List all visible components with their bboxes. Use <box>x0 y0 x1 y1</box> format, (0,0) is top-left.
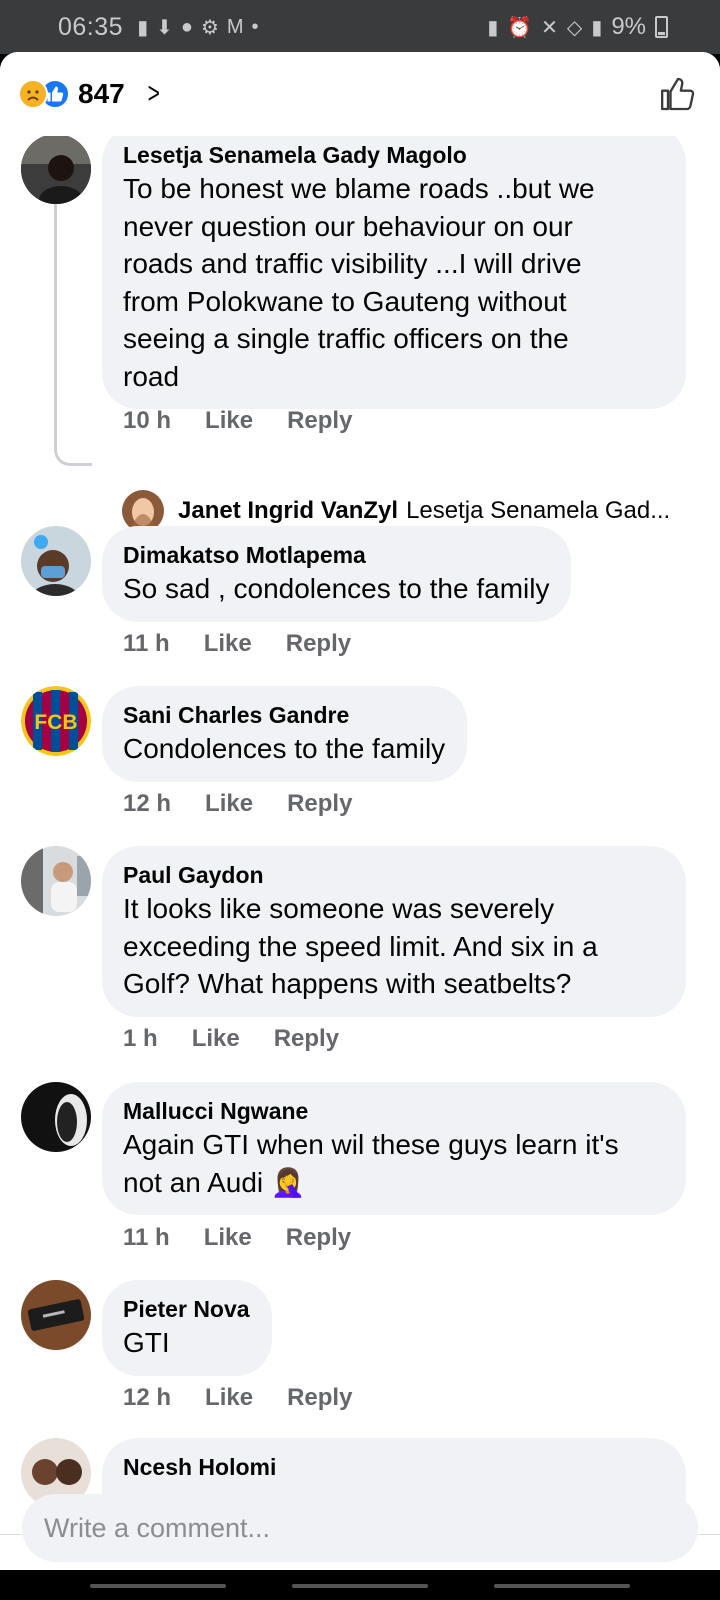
system-nav-bar <box>0 1570 720 1600</box>
comment-actions: 12 h Like Reply <box>123 1384 352 1412</box>
comment-author[interactable]: Lesetja Senamela Gady Magolo <box>123 140 664 170</box>
comment-bubble[interactable]: Lesetja Senamela Gady Magolo To be hones… <box>102 136 686 409</box>
comment-author[interactable]: Ncesh Holomi <box>123 1452 664 1482</box>
reaction-count: 847 <box>78 78 125 109</box>
comment-actions: 10 h Like Reply <box>123 407 352 435</box>
reactions-bar[interactable]: 847 > <box>0 52 720 136</box>
comment-list[interactable]: Lesetja Senamela Gady Magolo To be hones… <box>0 136 720 1534</box>
status-left-icons: ▮ ⬇ ● ⚙ M • <box>137 15 259 40</box>
battery-percent: 9% <box>611 13 646 40</box>
comment-input[interactable] <box>22 1494 698 1562</box>
gmail-icon: M <box>226 15 244 38</box>
comment-author[interactable]: Paul Gaydon <box>123 860 664 890</box>
comment-item: Dimakatso Motlapema So sad , condolences… <box>0 526 720 686</box>
like-button[interactable]: Like <box>192 1025 240 1053</box>
comment-text: To be honest we blame roads ..but we nev… <box>123 173 595 392</box>
comment-time: 10 h <box>123 407 172 434</box>
avatar[interactable] <box>21 1082 91 1152</box>
reply-button[interactable]: Reply <box>286 1224 351 1252</box>
nav-back-handle[interactable] <box>494 1584 630 1588</box>
settings-icon: ⚙ <box>200 16 219 39</box>
like-button[interactable]: Like <box>204 1224 252 1252</box>
comment-author[interactable]: Mallucci Ngwane <box>123 1096 664 1126</box>
reply-button[interactable]: Reply <box>287 790 352 818</box>
comment-item: Lesetja Senamela Gady Magolo To be hones… <box>0 136 720 576</box>
notification-icon: ● <box>180 15 193 38</box>
status-bar: 06:35 ▮ ⬇ ● ⚙ M • ▮ ⏰ ✕ ◇ ▮ 9% <box>0 0 720 54</box>
avatar[interactable] <box>21 846 91 916</box>
comment-time: 12 h <box>123 1384 172 1411</box>
comment-time: 11 h <box>123 1224 170 1251</box>
like-button[interactable]: Like <box>205 790 253 818</box>
comment-bubble[interactable]: Sani Charles Gandre Condolences to the f… <box>102 686 468 782</box>
reply-button[interactable]: Reply <box>287 407 352 435</box>
reply-text: Lesetja Senamela Gad... <box>406 497 671 524</box>
reply-button[interactable]: Reply <box>286 630 351 658</box>
like-button-icon[interactable] <box>658 74 698 114</box>
lock-icon: ▮ <box>487 16 499 39</box>
reply-author[interactable]: Janet Ingrid VanZyl <box>178 497 398 525</box>
like-button[interactable]: Like <box>205 407 253 435</box>
nav-recents-handle[interactable] <box>90 1584 226 1588</box>
avatar[interactable] <box>21 1280 91 1350</box>
avatar[interactable]: FCB <box>21 686 91 756</box>
comment-bubble[interactable]: Paul Gaydon It looks like someone was se… <box>102 846 686 1017</box>
comment-item: Pieter Nova GTI 12 h Like Reply <box>0 1280 720 1440</box>
comment-time: 11 h <box>123 630 170 657</box>
svg-text:FCB: FCB <box>34 711 77 734</box>
avatar[interactable] <box>21 136 91 204</box>
nav-home-handle[interactable] <box>292 1584 428 1588</box>
comment-text: So sad , condolences to the family <box>123 573 550 604</box>
comment-item: FCB Sani Charles Gandre Condolences to t… <box>0 686 720 846</box>
comment-bubble[interactable]: Dimakatso Motlapema So sad , condolences… <box>102 526 572 622</box>
chevron-right-icon[interactable]: > <box>147 77 159 111</box>
message-icon: ▮ <box>137 16 149 39</box>
sad-reaction-icon <box>18 79 48 109</box>
mute-icon: ✕ <box>541 16 558 39</box>
comment-bubble[interactable]: Mallucci Ngwane Again GTI when wil these… <box>102 1082 686 1215</box>
comment-item: Mallucci Ngwane Again GTI when wil these… <box>0 1082 720 1276</box>
comment-author[interactable]: Sani Charles Gandre <box>123 700 445 730</box>
like-button[interactable]: Like <box>205 1384 253 1412</box>
comment-item: Paul Gaydon It looks like someone was se… <box>0 846 720 1082</box>
avatar[interactable] <box>21 526 91 596</box>
alarm-icon: ⏰ <box>507 16 533 39</box>
comment-time: 1 h <box>123 1025 158 1052</box>
reply-button[interactable]: Reply <box>287 1384 352 1412</box>
reply-button[interactable]: Reply <box>274 1025 339 1053</box>
comment-text: Again GTI when wil these guys learn it's… <box>123 1129 619 1198</box>
comment-text: GTI <box>123 1327 170 1358</box>
comments-sheet: 847 > Lesetja Senamela Gady Magolo To be… <box>0 52 720 1570</box>
signal-icon: ▮ <box>591 16 603 39</box>
comment-actions: 11 h Like Reply <box>123 630 351 658</box>
comment-text: It looks like someone was severely excee… <box>123 893 598 999</box>
comment-actions: 1 h Like Reply <box>123 1025 339 1053</box>
reply-thread-line <box>54 166 92 466</box>
status-right-icons: ▮ ⏰ ✕ ◇ ▮ 9% <box>487 13 668 41</box>
battery-icon <box>655 16 668 38</box>
comment-time: 12 h <box>123 790 172 817</box>
like-button[interactable]: Like <box>204 630 252 658</box>
wifi-icon: ◇ <box>566 16 583 39</box>
comment-actions: 12 h Like Reply <box>123 790 352 818</box>
comment-text: Condolences to the family <box>123 733 446 764</box>
more-dot-icon: • <box>251 15 259 38</box>
comment-author[interactable]: Pieter Nova <box>123 1294 250 1324</box>
comment-author[interactable]: Dimakatso Motlapema <box>123 540 549 570</box>
status-time: 06:35 <box>58 12 124 41</box>
comment-bubble[interactable]: Pieter Nova GTI <box>102 1280 272 1376</box>
download-icon: ⬇ <box>156 16 173 39</box>
comment-actions: 11 h Like Reply <box>123 1224 351 1252</box>
